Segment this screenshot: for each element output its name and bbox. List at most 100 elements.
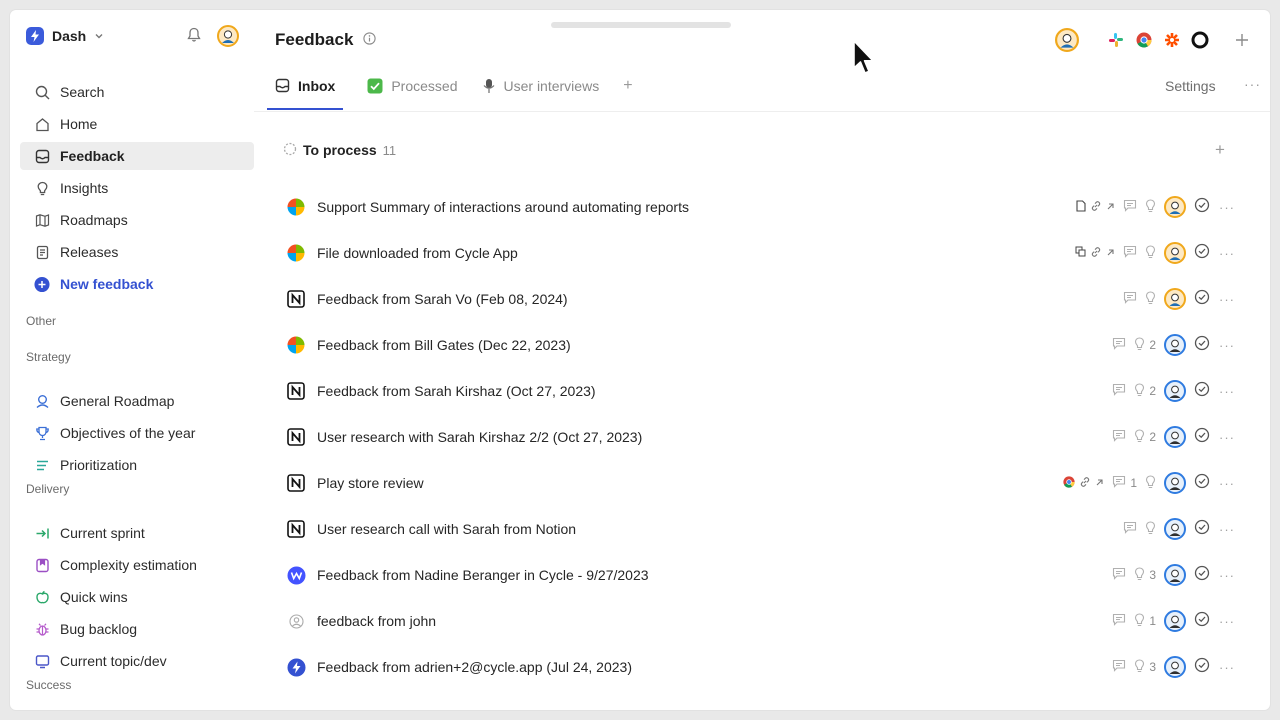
section-delivery[interactable]: Delivery — [26, 482, 69, 496]
tab-inbox[interactable]: Inbox — [267, 74, 344, 110]
mark-processed-icon[interactable] — [1194, 427, 1210, 448]
insights-button[interactable] — [1145, 198, 1156, 216]
insights-button[interactable]: 2 — [1134, 382, 1156, 400]
comment-button[interactable] — [1112, 429, 1126, 445]
assignee-avatar[interactable] — [1164, 380, 1186, 402]
insights-button[interactable]: 2 — [1134, 428, 1156, 446]
assignee-avatar[interactable] — [1164, 472, 1186, 494]
comment-button[interactable] — [1112, 383, 1126, 399]
feedback-row[interactable]: Support Summary of interactions around a… — [286, 192, 1236, 222]
comment-button[interactable] — [1123, 291, 1137, 307]
insights-button[interactable] — [1145, 244, 1156, 262]
comment-button[interactable] — [1123, 521, 1137, 537]
mark-processed-icon[interactable] — [1194, 657, 1210, 678]
insights-button[interactable]: 3 — [1134, 658, 1156, 676]
feedback-row[interactable]: Feedback from Sarah Vo (Feb 08, 2024) ··· — [286, 284, 1236, 314]
sidebar-item-complexity-estimation[interactable]: Complexity estimation — [20, 551, 254, 579]
comment-button[interactable] — [1112, 567, 1126, 583]
feedback-row[interactable]: File downloaded from Cycle App ··· — [286, 238, 1236, 268]
sidebar-item-home[interactable]: Home — [20, 110, 254, 138]
row-more-icon[interactable]: ··· — [1218, 246, 1236, 261]
row-more-icon[interactable]: ··· — [1218, 430, 1236, 445]
sidebar-item-current-topic[interactable]: Current topic/dev — [20, 647, 254, 675]
assignee-avatar[interactable] — [1164, 334, 1186, 356]
insights-button[interactable]: 3 — [1134, 566, 1156, 584]
feedback-row[interactable]: Feedback from Nadine Beranger in Cycle -… — [286, 560, 1236, 590]
feedback-row[interactable]: Play store review 1 ··· — [286, 468, 1236, 498]
row-more-icon[interactable]: ··· — [1218, 384, 1236, 399]
feedback-row[interactable]: Feedback from Sarah Kirshaz (Oct 27, 202… — [286, 376, 1236, 406]
row-more-icon[interactable]: ··· — [1218, 200, 1236, 215]
section-success[interactable]: Success — [26, 678, 71, 692]
mark-processed-icon[interactable] — [1194, 519, 1210, 540]
comment-button[interactable] — [1112, 659, 1126, 675]
mark-processed-icon[interactable] — [1194, 243, 1210, 264]
workspace-switcher[interactable]: Dash — [26, 25, 104, 47]
section-other[interactable]: Other — [26, 314, 56, 328]
row-more-icon[interactable]: ··· — [1218, 292, 1236, 307]
insights-button[interactable] — [1145, 290, 1156, 308]
slack-icon[interactable] — [1108, 28, 1124, 52]
integration-ring-icon[interactable] — [1191, 28, 1209, 52]
user-avatar[interactable] — [217, 25, 239, 52]
row-more-icon[interactable]: ··· — [1218, 338, 1236, 353]
add-integration-icon[interactable] — [1235, 28, 1249, 52]
more-options-icon[interactable]: ··· — [1244, 76, 1261, 92]
sidebar-item-general-roadmap[interactable]: General Roadmap — [20, 387, 254, 415]
sidebar-item-roadmaps[interactable]: Roadmaps — [20, 206, 254, 234]
sidebar-item-feedback[interactable]: Feedback — [20, 142, 254, 170]
bell-icon[interactable] — [187, 27, 201, 48]
feedback-row[interactable]: Feedback from Bill Gates (Dec 22, 2023) 2… — [286, 330, 1236, 360]
insights-button[interactable]: 1 — [1134, 612, 1156, 630]
tab-user-interviews[interactable]: User interviews — [482, 74, 599, 110]
mark-processed-icon[interactable] — [1194, 335, 1210, 356]
assignee-avatar[interactable] — [1164, 610, 1186, 632]
comment-button[interactable] — [1123, 199, 1137, 215]
chrome-icon[interactable] — [1136, 28, 1152, 52]
feedback-row[interactable]: User research call with Sarah from Notio… — [286, 514, 1236, 544]
group-to-process[interactable]: To process 11 — [283, 141, 396, 159]
row-more-icon[interactable]: ··· — [1218, 522, 1236, 537]
assignee-avatar[interactable] — [1164, 196, 1186, 218]
add-view-button[interactable]: + — [623, 74, 632, 95]
comment-button[interactable] — [1112, 613, 1126, 629]
section-strategy[interactable]: Strategy — [26, 350, 71, 364]
insights-button[interactable]: 2 — [1134, 336, 1156, 354]
mark-processed-icon[interactable] — [1194, 565, 1210, 586]
settings-button[interactable]: Settings — [1165, 78, 1216, 94]
feedback-row[interactable]: feedback from john 1 ··· — [286, 606, 1236, 636]
assignee-avatar[interactable] — [1164, 288, 1186, 310]
sidebar-item-bug-backlog[interactable]: Bug backlog — [20, 615, 254, 643]
comment-button[interactable] — [1123, 245, 1137, 261]
sidebar-item-insights[interactable]: Insights — [20, 174, 254, 202]
assignee-avatar[interactable] — [1164, 564, 1186, 586]
header-avatar[interactable] — [1055, 28, 1079, 52]
feedback-row[interactable]: User research with Sarah Kirshaz 2/2 (Oc… — [286, 422, 1236, 452]
insights-button[interactable] — [1145, 474, 1156, 492]
add-feedback-icon[interactable]: + — [1215, 141, 1225, 159]
tab-processed[interactable]: Processed — [367, 74, 458, 110]
comment-button[interactable] — [1112, 337, 1126, 353]
assignee-avatar[interactable] — [1164, 426, 1186, 448]
sidebar-item-current-sprint[interactable]: Current sprint — [20, 519, 254, 547]
sidebar-item-quick-wins[interactable]: Quick wins — [20, 583, 254, 611]
mark-processed-icon[interactable] — [1194, 611, 1210, 632]
zapier-icon[interactable] — [1164, 28, 1180, 52]
mark-processed-icon[interactable] — [1194, 197, 1210, 218]
mark-processed-icon[interactable] — [1194, 381, 1210, 402]
sidebar-item-releases[interactable]: Releases — [20, 238, 254, 266]
row-more-icon[interactable]: ··· — [1218, 660, 1236, 675]
mark-processed-icon[interactable] — [1194, 289, 1210, 310]
assignee-avatar[interactable] — [1164, 656, 1186, 678]
comment-button[interactable]: 1 — [1112, 475, 1137, 491]
sidebar-item-objectives[interactable]: Objectives of the year — [20, 419, 254, 447]
sidebar-item-search[interactable]: Search — [20, 78, 254, 106]
assignee-avatar[interactable] — [1164, 242, 1186, 264]
sidebar-item-prioritization[interactable]: Prioritization — [20, 451, 254, 479]
row-more-icon[interactable]: ··· — [1218, 568, 1236, 583]
new-feedback-button[interactable]: New feedback — [20, 270, 254, 298]
feedback-row[interactable]: Feedback from adrien+2@cycle.app (Jul 24… — [286, 652, 1236, 682]
info-icon[interactable] — [363, 30, 377, 50]
mark-processed-icon[interactable] — [1194, 473, 1210, 494]
row-more-icon[interactable]: ··· — [1218, 476, 1236, 491]
